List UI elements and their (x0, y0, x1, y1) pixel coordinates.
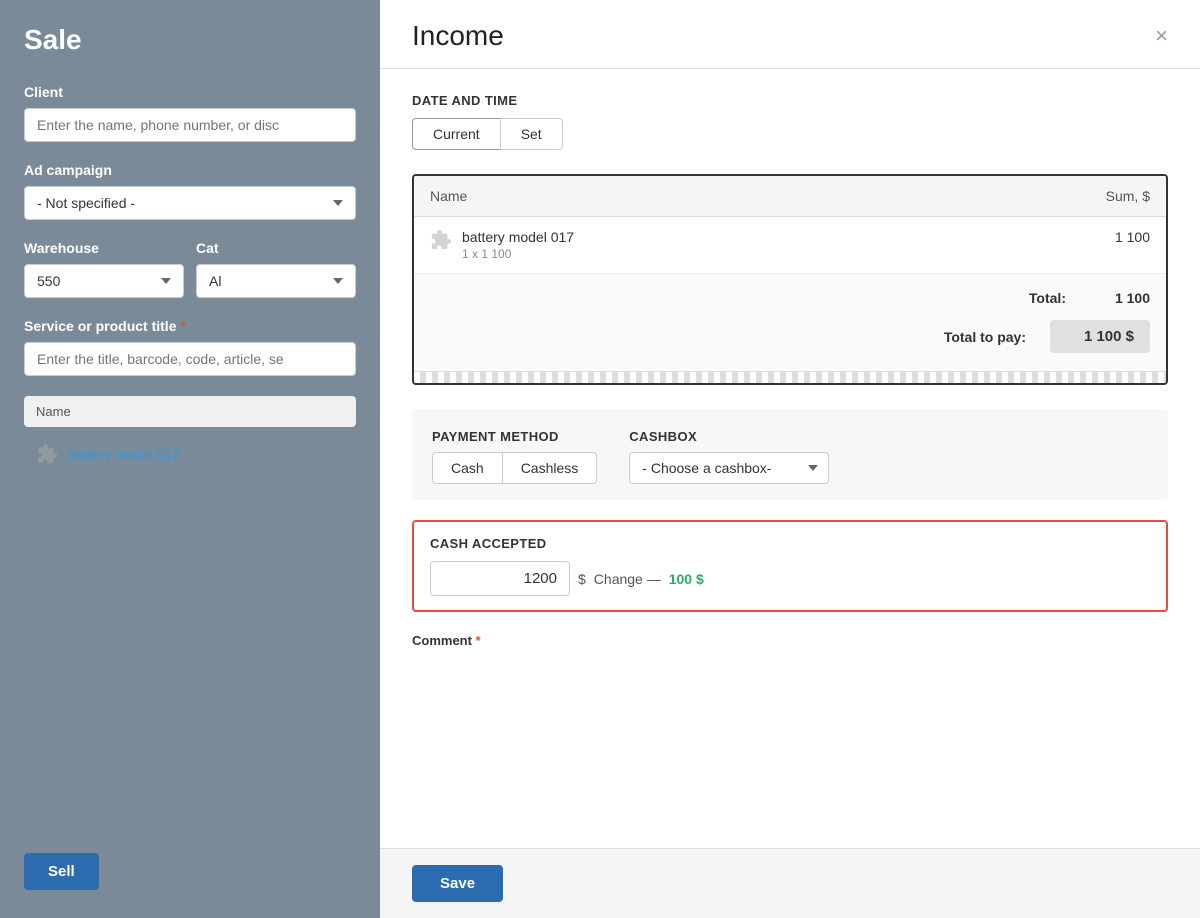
change-amount: 100 $ (669, 571, 704, 587)
item-name: battery model 017 (462, 229, 1105, 245)
comment-required-star: * (476, 633, 481, 648)
set-date-button[interactable]: Set (500, 118, 563, 150)
item-details: battery model 017 1 x 1 100 (462, 229, 1105, 261)
service-product-label: Service or product title * (24, 318, 356, 334)
left-panel: Sale Client Ad campaign - Not specified … (0, 0, 380, 918)
cash-accepted-section: Cash accepted $ Change — 100 $ (412, 520, 1168, 612)
ad-campaign-label: Ad campaign (24, 162, 356, 178)
page-title: Sale (24, 24, 356, 56)
date-time-toggle: Current Set (412, 118, 1168, 150)
modal-header: Income × (380, 0, 1200, 69)
comment-label: Comment * (412, 633, 481, 648)
warehouse-label: Warehouse (24, 240, 184, 256)
total-pay-value: 1 100 $ (1050, 320, 1150, 353)
col-name-header: Name (430, 188, 467, 204)
product-table-header: Name (24, 396, 356, 427)
product-name-link[interactable]: battery model 017 (68, 446, 180, 462)
category-select[interactable]: Al (196, 264, 356, 298)
required-star: * (180, 318, 185, 334)
modal-title: Income (412, 20, 504, 52)
col-sum-header: Sum, $ (1106, 188, 1150, 204)
total-row: Total: 1 100 (430, 284, 1150, 312)
receipt-table-header: Name Sum, $ (414, 176, 1166, 217)
modal-footer: Save (380, 848, 1200, 918)
cash-input-row: $ Change — 100 $ (430, 561, 1150, 596)
payment-method-group: Payment method Cash Cashless (432, 429, 597, 484)
item-price: 1 100 (1115, 229, 1150, 245)
cash-accepted-label: Cash accepted (430, 536, 1150, 551)
cashbox-select[interactable]: - Choose a cashbox- (629, 452, 829, 484)
warehouse-select[interactable]: 550 (24, 264, 184, 298)
receipt-puzzle-icon (430, 229, 452, 251)
modal-body: Date and time Current Set Name Sum, $ ba… (380, 69, 1200, 848)
total-pay-label: Total to pay: (944, 329, 1026, 345)
change-label: Change — (594, 571, 661, 587)
current-date-button[interactable]: Current (412, 118, 500, 150)
payment-section: Payment method Cash Cashless Cashbox - C… (412, 409, 1168, 500)
save-button[interactable]: Save (412, 865, 503, 902)
payment-method-label: Payment method (432, 429, 597, 444)
date-time-label: Date and time (412, 93, 1168, 108)
currency-sign: $ (578, 571, 586, 587)
puzzle-icon (36, 443, 58, 465)
payment-method-toggle: Cash Cashless (432, 452, 597, 484)
table-col-name: Name (36, 404, 71, 419)
cashbox-label: Cashbox (629, 429, 829, 444)
wavy-separator (414, 371, 1166, 383)
client-label: Client (24, 84, 356, 100)
income-modal: Income × Date and time Current Set Name … (380, 0, 1200, 918)
payment-row: Payment method Cash Cashless Cashbox - C… (432, 429, 1148, 484)
cashless-button[interactable]: Cashless (502, 452, 598, 484)
receipt-totals: Total: 1 100 Total to pay: 1 100 $ (414, 274, 1166, 371)
receipt-table: Name Sum, $ battery model 017 1 x 1 100 … (412, 174, 1168, 385)
cash-button[interactable]: Cash (432, 452, 502, 484)
cash-input[interactable] (430, 561, 570, 596)
cashbox-group: Cashbox - Choose a cashbox- (629, 429, 829, 484)
service-product-input[interactable] (24, 342, 356, 376)
total-label: Total: (1029, 290, 1066, 306)
sell-button[interactable]: Sell (24, 853, 99, 890)
receipt-item-row: battery model 017 1 x 1 100 1 100 (414, 217, 1166, 274)
category-label: Cat (196, 240, 356, 256)
ad-campaign-select[interactable]: - Not specified - (24, 186, 356, 220)
client-input[interactable] (24, 108, 356, 142)
table-row: battery model 017 (24, 435, 356, 473)
total-value: 1 100 (1090, 290, 1150, 306)
close-button[interactable]: × (1155, 25, 1168, 47)
total-pay-row: Total to pay: 1 100 $ (430, 312, 1150, 361)
comment-section: Comment * (412, 632, 1168, 648)
item-sub: 1 x 1 100 (462, 247, 1105, 261)
